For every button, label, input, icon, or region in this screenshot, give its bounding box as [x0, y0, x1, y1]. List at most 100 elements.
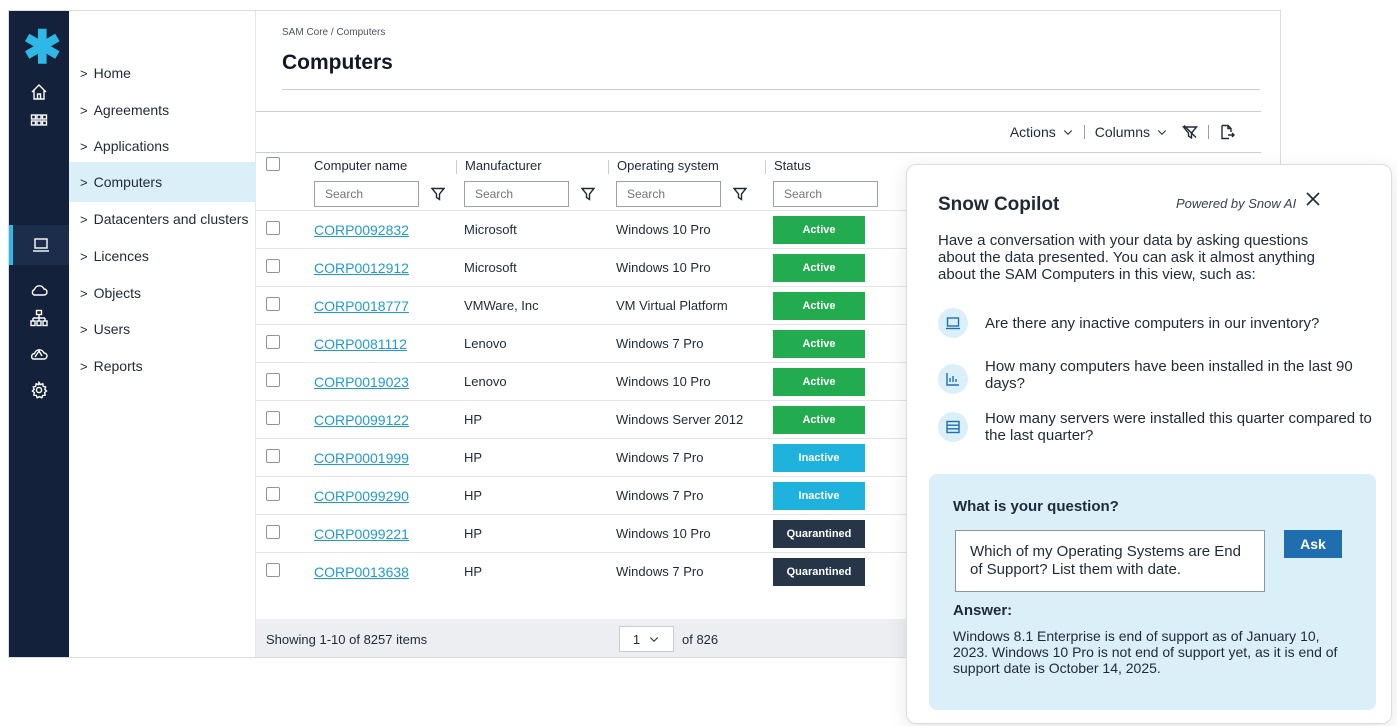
nav-item-label: Licences — [93, 248, 149, 264]
chevron-right-icon: > — [80, 211, 88, 227]
column-separator — [765, 159, 766, 174]
status-badge: Active — [773, 253, 865, 282]
question-area: What is your question? Which of my Opera… — [929, 474, 1376, 710]
computer-name-link[interactable]: CORP0092832 — [314, 222, 409, 238]
row-checkbox[interactable] — [266, 487, 280, 501]
computer-name-link[interactable]: CORP0013638 — [314, 564, 409, 580]
page-select[interactable]: 1 — [619, 626, 674, 652]
operating-system-cell: Windows 10 Pro — [608, 248, 765, 287]
nav-item-label: Agreements — [93, 102, 170, 118]
status-badge: Active — [773, 291, 865, 320]
suggestion-item[interactable]: Are there any inactive computers in our … — [938, 308, 1378, 338]
question-input[interactable]: Which of my Operating Systems are End of… — [955, 530, 1265, 592]
settings-icon[interactable] — [9, 379, 69, 401]
filter-icon[interactable] — [581, 187, 595, 202]
computer-name-link[interactable]: CORP0081112 — [314, 336, 407, 352]
computer-name-search-input[interactable] — [314, 181, 419, 208]
row-checkbox[interactable] — [266, 525, 280, 539]
status-badge: Active — [773, 367, 865, 396]
snow-copilot-panel: Snow Copilot Powered by Snow AI Have a c… — [906, 164, 1392, 724]
row-checkbox[interactable] — [266, 259, 280, 273]
manufacturer-cell: HP — [456, 514, 608, 553]
row-checkbox[interactable] — [266, 449, 280, 463]
row-checkbox[interactable] — [266, 297, 280, 311]
row-checkbox[interactable] — [266, 411, 280, 425]
nav-item-label: Home — [93, 65, 131, 81]
chevron-right-icon: > — [80, 358, 88, 374]
nav-item-reports[interactable]: > Reports — [69, 346, 256, 386]
breadcrumb[interactable]: SAM Core / Computers — [282, 27, 385, 38]
chevron-right-icon: > — [80, 321, 88, 337]
manufacturer-cell: HP — [456, 438, 608, 477]
row-checkbox[interactable] — [266, 373, 280, 387]
suggestion-text: Are there any inactive computers in our … — [985, 314, 1320, 332]
nav-item-users[interactable]: > Users — [69, 309, 256, 349]
status-search-input[interactable] — [773, 181, 878, 208]
nav-item-applications[interactable]: > Applications — [69, 126, 256, 166]
toolbar-separator — [1208, 125, 1209, 139]
column-separator — [608, 159, 609, 174]
nav-item-label: Objects — [93, 285, 142, 301]
computer-name-link[interactable]: CORP0018777 — [314, 298, 409, 314]
nav-item-label: Applications — [93, 138, 170, 154]
chevron-right-icon: > — [80, 248, 88, 264]
computer-name-link[interactable]: CORP0012912 — [314, 260, 409, 276]
operating-system-cell: Windows 10 Pro — [608, 362, 765, 401]
computer-name-link[interactable]: CORP0001999 — [314, 450, 409, 466]
select-all-cell — [256, 152, 306, 179]
column-header-computer-name[interactable]: Computer name — [306, 152, 456, 179]
actions-dropdown[interactable]: Actions — [1010, 124, 1074, 140]
saas-cloud-icon[interactable] — [9, 343, 69, 365]
nav-item-datacenters[interactable]: > Datacenters and clusters — [69, 199, 256, 239]
computer-name-link[interactable]: CORP0019023 — [314, 374, 409, 390]
status-badge: Quarantined — [773, 519, 865, 548]
nav-item-home[interactable]: > Home — [69, 53, 256, 93]
nav-item-licences[interactable]: > Licences — [69, 236, 256, 276]
filter-icon[interactable] — [733, 187, 747, 202]
status-badge: Active — [773, 405, 865, 434]
ask-button[interactable]: Ask — [1284, 530, 1342, 558]
column-header-label: Manufacturer — [465, 157, 542, 173]
manufacturer-search-input[interactable] — [464, 181, 569, 208]
close-button[interactable] — [1305, 191, 1327, 213]
cloud-icon[interactable] — [9, 279, 69, 301]
nav-item-label: Users — [93, 321, 131, 337]
nav-item-label: Reports — [93, 358, 143, 374]
suggestion-item[interactable]: How many servers were installed this qua… — [938, 410, 1378, 444]
export-button[interactable] — [1219, 124, 1235, 140]
chevron-down-icon — [1063, 130, 1072, 135]
row-checkbox[interactable] — [266, 221, 280, 235]
operating-system-search-input[interactable] — [616, 181, 721, 208]
column-header-manufacturer[interactable]: Manufacturer — [456, 152, 608, 179]
status-badge: Active — [773, 215, 865, 244]
manufacturer-cell: HP — [456, 400, 608, 439]
select-all-checkbox[interactable] — [266, 157, 280, 172]
suggestion-item[interactable]: How many computers have been installed i… — [938, 358, 1378, 394]
total-pages: of 826 — [682, 631, 719, 647]
chevron-right-icon: > — [80, 138, 88, 154]
nav-item-objects[interactable]: > Objects — [69, 273, 256, 313]
computer-name-cell: CORP0019023 — [306, 362, 456, 401]
manufacturer-cell: HP — [456, 476, 608, 515]
answer-text: Windows 8.1 Enterprise is end of support… — [953, 628, 1338, 676]
computer-name-link[interactable]: CORP0099221 — [314, 526, 409, 542]
computer-name-link[interactable]: CORP0099290 — [314, 488, 409, 504]
home-icon[interactable] — [9, 81, 69, 103]
apps-grid-icon[interactable] — [9, 109, 69, 131]
asterisk-logo[interactable]: ✱ — [23, 24, 62, 70]
filter-icon[interactable] — [431, 187, 445, 202]
row-select-cell — [256, 248, 306, 287]
nav-item-agreements[interactable]: > Agreements — [69, 90, 256, 130]
divider — [282, 89, 1260, 90]
row-checkbox[interactable] — [266, 563, 280, 578]
nav-item-computers[interactable]: > Computers — [69, 162, 256, 202]
columns-dropdown[interactable]: Columns — [1095, 124, 1168, 140]
row-checkbox[interactable] — [266, 335, 280, 349]
network-icon[interactable] — [9, 307, 69, 329]
copilot-title: Snow Copilot — [938, 194, 1060, 215]
column-header-operating-system[interactable]: Operating system — [608, 152, 765, 179]
manufacturer-cell: VMWare, Inc — [456, 286, 608, 325]
clear-filter-button[interactable] — [1182, 124, 1198, 140]
computer-icon[interactable] — [9, 225, 69, 265]
computer-name-link[interactable]: CORP0099122 — [314, 412, 409, 428]
